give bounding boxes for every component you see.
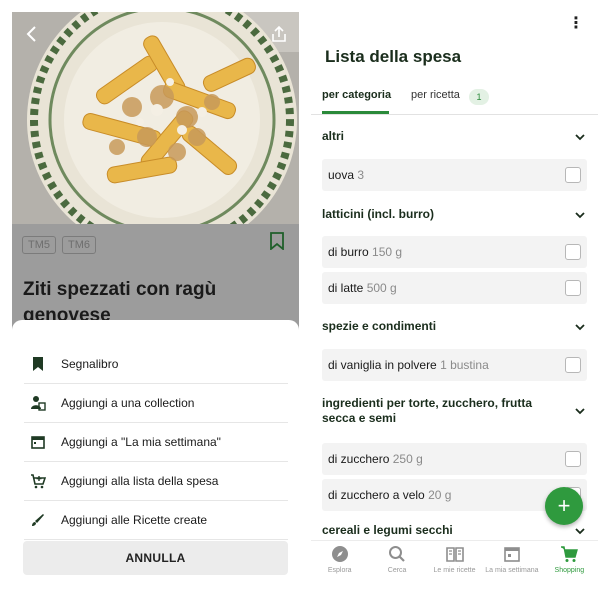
nav-label: Esplora (327, 567, 352, 574)
nav-item-explore[interactable]: Esplora (311, 541, 368, 590)
search-icon (389, 546, 405, 562)
tab-by-recipe-label: per ricetta (411, 89, 460, 101)
item-name: di vaniglia in polvere (328, 358, 437, 372)
add-to-week-label: Aggiungi a "La mia settimana" (61, 435, 221, 449)
item-name: uova (328, 168, 355, 182)
add-to-week-action[interactable]: Aggiungi a "La mia settimana" (24, 423, 288, 462)
nav-label: Shopping (554, 567, 585, 574)
recipe-count-badge: 1 (469, 89, 489, 105)
chevron-down-icon (575, 133, 585, 140)
device-tags: TM5 TM6 (22, 236, 96, 254)
list-item: di latte 500 g (322, 272, 587, 304)
nav-item-my-week[interactable]: La mia settimana (483, 541, 540, 590)
add-to-shopping-list-action[interactable]: Aggiungi alla lista della spesa (24, 462, 288, 501)
cart-add-icon (30, 473, 46, 489)
bookmark-action-label: Segnalibro (61, 357, 119, 371)
add-to-shopping-list-label: Aggiungi alla lista della spesa (61, 474, 219, 488)
item-text: di vaniglia in polvere 1 bustina (328, 358, 489, 372)
item-name: di latte (328, 281, 364, 295)
item-text: di latte 500 g (328, 281, 397, 295)
add-item-fab-button[interactable]: + (545, 487, 583, 525)
chevron-down-icon (575, 211, 585, 218)
category-name: ingredienti per torte, zucchero, frutta … (322, 396, 533, 425)
back-arrow-icon[interactable] (20, 22, 44, 46)
calendar-icon (504, 547, 520, 562)
category-header-altri[interactable]: altri (322, 129, 587, 144)
book-icon (445, 547, 464, 562)
cancel-button[interactable]: ANNULLA (23, 541, 288, 575)
category-header-latticini[interactable]: latticini (incl. burro) (322, 207, 587, 222)
chevron-down-icon (575, 408, 585, 415)
category-header-cereali[interactable]: cereali e legumi secchi (322, 523, 587, 538)
page-title: Lista della spesa (325, 47, 462, 66)
bookmark-icon[interactable] (269, 232, 285, 251)
list-item: uova 3 (322, 159, 587, 191)
add-to-collection-label: Aggiungi a una collection (61, 396, 195, 410)
item-checkbox[interactable] (565, 451, 581, 467)
item-name: di zucchero a velo (328, 488, 425, 502)
item-qty: 250 g (392, 452, 423, 466)
nav-label: La mia settimana (485, 567, 539, 574)
item-checkbox[interactable] (565, 357, 581, 373)
calendar-icon (30, 434, 46, 450)
category-name: altri (322, 129, 345, 143)
item-name: di burro (328, 245, 369, 259)
bookmark-icon (30, 356, 46, 372)
category-name: cereali e legumi secchi (322, 523, 453, 537)
bookmark-action[interactable]: Segnalibro (24, 345, 288, 384)
item-qty: 500 g (366, 281, 397, 295)
nav-label: Le mie ricette (433, 567, 476, 574)
item-checkbox[interactable] (565, 244, 581, 260)
chevron-down-icon (575, 527, 585, 534)
item-text: uova 3 (328, 168, 364, 182)
category-name: spezie e condimenti (322, 319, 437, 333)
cart-icon (561, 546, 579, 562)
item-checkbox[interactable] (565, 167, 581, 183)
tm6-tag: TM6 (62, 236, 96, 254)
add-to-created-recipes-action[interactable]: Aggiungi alle Ricette create (24, 501, 288, 540)
nav-item-my-recipes[interactable]: Le mie ricette (426, 541, 483, 590)
item-qty: 1 bustina (440, 358, 489, 372)
tab-bar: per categoria per ricetta 1 (311, 87, 598, 115)
item-qty: 3 (357, 168, 365, 182)
tab-by-recipe[interactable]: per ricetta (411, 89, 460, 113)
list-item: di vaniglia in polvere 1 bustina (322, 349, 587, 381)
item-name: di zucchero (328, 452, 390, 466)
brush-icon (30, 512, 46, 528)
recipe-screen: TM5 TM6 Ziti spezzati con ragù genovese … (12, 12, 299, 590)
more-options-icon[interactable]: ⋮ (568, 14, 584, 34)
item-qty: 20 g (428, 488, 452, 502)
pasta-dish-image (12, 12, 299, 224)
nav-label: Cerca (387, 567, 407, 574)
tm5-tag: TM5 (22, 236, 56, 254)
list-item: di zucchero 250 g (322, 443, 587, 475)
add-to-collection-action[interactable]: Aggiungi a una collection (24, 384, 288, 423)
item-qty: 150 g (372, 245, 403, 259)
item-text: di zucchero 250 g (328, 452, 423, 466)
category-name: latticini (incl. burro) (322, 207, 435, 221)
item-text: di zucchero a velo 20 g (328, 488, 451, 502)
nav-item-shopping[interactable]: Shopping (541, 541, 598, 590)
active-tab-indicator (322, 111, 389, 114)
shopping-list-screen: ⋮ Lista della spesa per categoria per ri… (311, 12, 598, 590)
list-item: di burro 150 g (322, 236, 587, 268)
category-header-ingredienti-torte[interactable]: ingredienti per torte, zucchero, frutta … (322, 396, 587, 426)
collection-icon (30, 395, 46, 411)
chevron-down-icon (575, 323, 585, 330)
item-text: di burro 150 g (328, 245, 402, 259)
recipe-photo (12, 12, 299, 224)
action-bottom-sheet: Segnalibro Aggiungi a una collection Agg… (12, 320, 299, 590)
add-to-created-recipes-label: Aggiungi alle Ricette create (61, 513, 208, 527)
compass-icon (331, 546, 348, 562)
nav-item-search[interactable]: Cerca (368, 541, 425, 590)
item-checkbox[interactable] (565, 280, 581, 296)
category-header-spezie[interactable]: spezie e condimenti (322, 319, 587, 334)
bottom-navigation: Esplora Cerca Le mie ricette La mia sett… (311, 540, 598, 590)
tab-by-category[interactable]: per categoria (322, 89, 391, 113)
share-icon[interactable] (269, 24, 289, 44)
